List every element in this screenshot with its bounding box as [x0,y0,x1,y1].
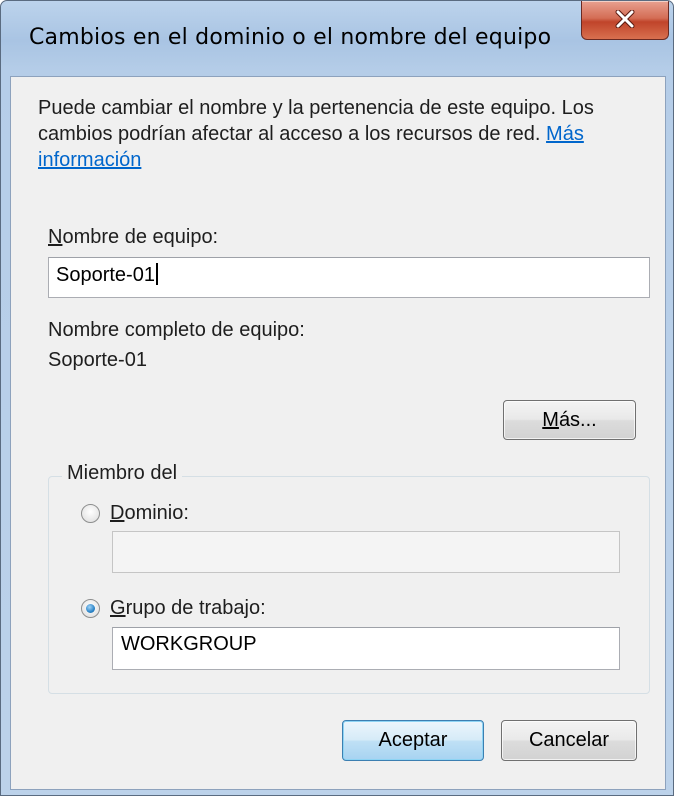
domain-radio[interactable] [81,504,100,523]
computer-name-label-text: ombre de equipo: [62,226,219,248]
more-button-text: ás... [558,409,597,431]
computer-name-input[interactable]: Soporte-01 [48,257,650,298]
domain-label[interactable]: Dominio: [110,502,189,525]
workgroup-label[interactable]: Grupo de trabajo: [110,597,266,620]
workgroup-radio[interactable] [81,599,100,618]
computer-name-value: Soporte-01 [56,264,155,286]
close-button[interactable] [581,1,669,40]
domain-label-accel: D [110,502,125,524]
title-bar[interactable]: Cambios en el dominio o el nombre del eq… [1,1,673,75]
workgroup-label-accel: G [110,597,126,619]
domain-input[interactable] [112,531,620,573]
ok-button[interactable]: Aceptar [342,720,484,761]
more-button-accel: M [542,409,559,431]
cancel-button[interactable]: Cancelar [501,720,637,761]
description-body: Puede cambiar el nombre y la pertenencia… [38,97,594,145]
radio-selected-dot [86,604,95,613]
description-text: Puede cambiar el nombre y la pertenencia… [38,95,650,173]
workgroup-label-text: rupo de trabajo: [125,597,266,619]
more-button[interactable]: Más... [503,400,636,440]
member-of-legend: Miembro del [62,462,183,485]
full-name-value: Soporte-01 [48,349,147,371]
window-title: Cambios en el dominio o el nombre del eq… [29,25,552,50]
full-name-label: Nombre completo de equipo: [48,319,305,341]
workgroup-input[interactable]: WORKGROUP [112,627,620,670]
text-caret [155,263,158,285]
close-icon [615,10,635,28]
computer-name-label-accel: N [48,226,63,248]
computer-name-label: Nombre de equipo: [48,226,218,249]
domain-label-text: ominio: [124,502,189,524]
